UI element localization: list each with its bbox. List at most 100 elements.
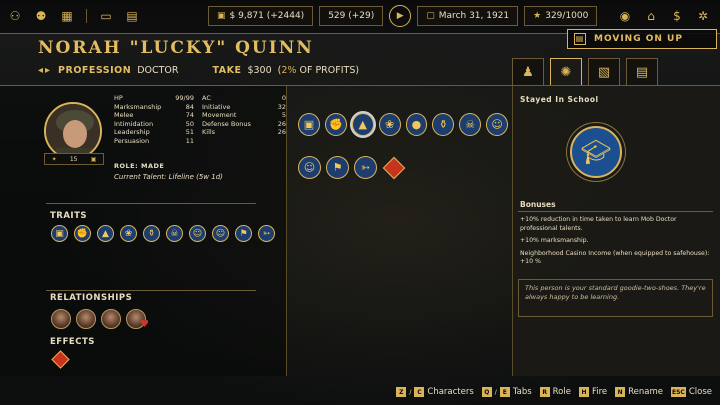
stat-value: 50 xyxy=(185,119,194,128)
money-icon: ▣ xyxy=(217,11,226,21)
divider xyxy=(286,86,287,376)
chart-icon[interactable]: ▤ xyxy=(125,9,139,23)
face-trait-icon[interactable]: ☺ xyxy=(212,225,229,242)
folder-icon[interactable]: ▭ xyxy=(99,9,113,23)
take-amount: $300 xyxy=(247,65,272,76)
stat-value: 84 xyxy=(185,102,194,111)
heat-stat[interactable]: ★ 329/1000 xyxy=(524,6,598,26)
cards-tab-icon[interactable]: ▧ xyxy=(588,58,620,86)
face-perk-icon[interactable]: ☺ xyxy=(486,113,508,136)
bonuses-list: +10% reduction in time taken to learn Mo… xyxy=(520,216,710,271)
camera-icon[interactable]: ▣ xyxy=(91,156,97,163)
dollar-icon[interactable]: $ xyxy=(670,9,684,23)
hazard-perk-icon[interactable] xyxy=(382,156,406,180)
current-talent: Current Talent: Lifeline (5w 1d) xyxy=(114,173,223,181)
skull-perk-icon[interactable]: ☠ xyxy=(459,113,482,136)
moving-on-up-label: MOVING ON UP xyxy=(594,34,683,44)
relationship-avatar[interactable] xyxy=(101,309,121,329)
stat-value: 11 xyxy=(185,136,194,145)
key-hint-characters[interactable]: Z / C Characters xyxy=(396,387,474,397)
flower-perk-icon[interactable]: ❀ xyxy=(378,113,401,136)
date-stat[interactable]: ▢ March 31, 1921 xyxy=(417,6,519,26)
influence-stat[interactable]: 529 (+29) xyxy=(319,6,384,26)
divider xyxy=(46,203,256,204)
muscle-perk-icon[interactable]: ✊ xyxy=(324,113,347,136)
perk-row-2: ☺ ⚑ ➳ xyxy=(298,156,508,180)
building-icon[interactable]: ⌂ xyxy=(644,9,658,23)
perk-row-1: ▣ ✊ ▲ ❀ ● ⚱ ☠ ☺ xyxy=(298,113,508,136)
key-hint-tabs[interactable]: Q / E Tabs xyxy=(481,387,532,397)
top-left-icons: ⚇ ⚉ ▦ ▭ ▤ xyxy=(8,9,139,23)
key-cap: H xyxy=(578,387,589,397)
stat-label: Defense Bonus xyxy=(202,119,251,128)
ledger-tab-icon[interactable]: ▤ xyxy=(626,58,658,86)
take-detail: (2% OF PROFITS) xyxy=(278,65,359,76)
money-stat[interactable]: ▣ $ 9,871 (+2444) xyxy=(208,6,314,26)
stat-label: Kills xyxy=(202,128,216,137)
level-badge: ✦ 15 ▣ xyxy=(44,153,104,165)
prev-next-arrows-icon[interactable]: ◂▸ xyxy=(38,65,52,76)
broken-bottle-perk-icon[interactable]: ⚱ xyxy=(432,113,455,136)
face-perk-icon[interactable]: ☺ xyxy=(298,156,321,179)
briefcase-perk-icon[interactable]: ▣ xyxy=(298,113,320,136)
family-icon[interactable]: ⚉ xyxy=(34,9,48,23)
key-cap: C xyxy=(414,387,425,397)
profession-value: DOCTOR xyxy=(137,65,179,76)
stat-value: 32 xyxy=(277,102,286,111)
heat-value: 329/1000 xyxy=(545,11,589,21)
stat-value: 51 xyxy=(185,128,194,137)
profession-label: PROFESSION xyxy=(58,65,132,76)
map-icon[interactable]: ▦ xyxy=(60,9,74,23)
key-hint-fire[interactable]: H Fire xyxy=(578,387,607,397)
influence-value: 529 (+29) xyxy=(328,11,375,21)
relationship-avatar[interactable] xyxy=(76,309,96,329)
character-portrait[interactable] xyxy=(44,102,102,160)
flower-trait-icon[interactable]: ❀ xyxy=(120,225,137,242)
stat-label: Leadership xyxy=(114,128,150,137)
key-hint-rename[interactable]: N Rename xyxy=(615,387,663,397)
grad-cap-perk-icon[interactable]: ▲ xyxy=(351,113,374,136)
grad-cap-trait-icon[interactable]: ▲ xyxy=(97,225,114,242)
skull-trait-icon[interactable]: ☠ xyxy=(166,225,183,242)
effects-title: EFFECTS xyxy=(50,337,95,347)
key-label: Characters xyxy=(427,387,474,397)
relationships-row: ♥ xyxy=(51,309,149,330)
role-line: ROLE: MADE xyxy=(114,162,164,170)
notebook-icon: ▤ xyxy=(574,33,586,45)
gun-perk-icon[interactable]: ➳ xyxy=(354,156,377,179)
mask-icon[interactable]: ◉ xyxy=(618,9,632,23)
stat-label: Movement xyxy=(202,111,237,120)
key-label: Close xyxy=(688,387,712,397)
people-icon[interactable]: ⚇ xyxy=(8,9,22,23)
user-tab-icon[interactable]: ♟ xyxy=(512,58,544,86)
stats-grid: HP 99/99 AC 0 Marksmanship 84 Initiative 32 Mele… xyxy=(114,94,286,145)
pig-perk-icon[interactable]: ● xyxy=(405,113,428,136)
key-hint-role[interactable]: R Role xyxy=(539,387,571,397)
character-name[interactable]: NORAH "LUCKY" QUINN xyxy=(38,38,314,58)
gear-tab-icon[interactable]: ✺ xyxy=(550,58,582,86)
resource-stats: ▣ $ 9,871 (+2444) 529 (+29) ▶ ▢ March 31… xyxy=(208,5,598,27)
runner-perk-icon[interactable]: ⚑ xyxy=(326,156,349,179)
stat-row: Leadership 51 Kills 26 xyxy=(114,128,286,137)
stat-label: HP xyxy=(114,94,123,103)
take-label: TAKE xyxy=(212,65,242,76)
muscle-trait-icon[interactable]: ✊ xyxy=(74,225,91,242)
relationship-avatar[interactable] xyxy=(51,309,71,329)
stat-label: Initiative xyxy=(202,102,231,111)
briefcase-trait-icon[interactable]: ▣ xyxy=(51,225,68,242)
stat-value: 99/99 xyxy=(175,94,194,103)
bonus-item: +10% marksmanship. xyxy=(520,237,589,244)
relationship-avatar[interactable]: ♥ xyxy=(126,309,149,330)
key-hint-close[interactable]: ESC Close xyxy=(671,387,712,397)
gear-icon[interactable]: ✲ xyxy=(696,9,710,23)
face-trait-icon[interactable]: ☺ xyxy=(189,225,206,242)
key-label: Role xyxy=(552,387,571,397)
key-cap: Q xyxy=(481,387,492,397)
stat-label: Marksmanship xyxy=(114,102,162,111)
play-button[interactable]: ▶ xyxy=(389,5,412,27)
calendar-icon: ▢ xyxy=(426,11,435,21)
runner-trait-icon[interactable]: ⚑ xyxy=(235,225,252,242)
moving-on-up-banner[interactable]: ▤ MOVING ON UP xyxy=(567,29,717,49)
gun-trait-icon[interactable]: ➳ xyxy=(258,225,275,242)
broken-bottle-trait-icon[interactable]: ⚱ xyxy=(143,225,160,242)
